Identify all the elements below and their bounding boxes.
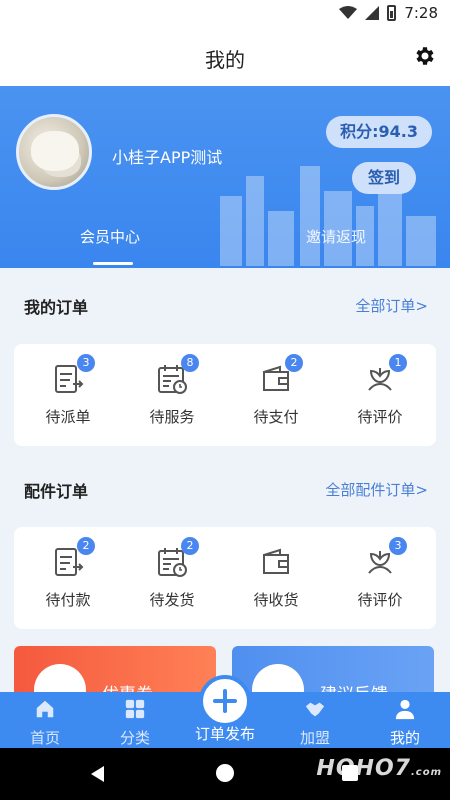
orders-title: 我的订单 (24, 298, 89, 317)
battery-icon (387, 5, 397, 21)
status-bar: 7:28 (0, 0, 450, 28)
parts-orders-card: 2 待付款 2 待发货 待收货 3 待评价 (14, 527, 436, 629)
parts-item-label: 待发货 (149, 591, 195, 609)
order-item-pending-payment[interactable]: 2 待支付 (226, 354, 326, 427)
parts-item-pending-receipt[interactable]: 待收货 (226, 545, 326, 610)
all-orders-link[interactable]: 全部订单> (355, 295, 428, 316)
tab-mine[interactable]: 我的 (370, 698, 440, 748)
badge: 2 (285, 354, 303, 372)
badge: 2 (77, 537, 95, 555)
publish-order-label: 订单发布 (194, 725, 255, 743)
tab-franchise[interactable]: 加盟 (280, 698, 350, 748)
orders-section-header: 我的订单 全部订单> (0, 286, 450, 326)
tab-home[interactable]: 首页 (10, 698, 80, 748)
profile-header: 小桂子APP测试 积分:94.3 签到 会员中心 邀请返现 (0, 86, 450, 268)
badge: 1 (389, 354, 407, 372)
parts-item-pending-review[interactable]: 3 待评价 (330, 537, 430, 610)
active-tab-indicator (93, 262, 133, 265)
page-title: 我的 (205, 48, 245, 72)
all-parts-orders-link[interactable]: 全部配件订单> (325, 479, 428, 500)
order-item-label: 待派单 (45, 408, 91, 426)
back-icon[interactable] (88, 764, 108, 784)
points-badge: 积分:94.3 (326, 116, 432, 148)
wallet-icon (263, 548, 289, 574)
badge: 8 (181, 354, 199, 372)
wifi-icon (339, 6, 358, 19)
order-item-pending-service[interactable]: 8 待服务 (122, 354, 222, 427)
tab-franchise-label: 加盟 (299, 729, 330, 747)
watermark-domain: .com (410, 767, 442, 778)
publish-order-button[interactable] (199, 675, 251, 727)
avatar[interactable] (16, 114, 92, 190)
tab-member-center[interactable]: 会员中心 (80, 226, 140, 247)
order-item-label: 待评价 (357, 408, 403, 426)
order-item-label: 待服务 (149, 408, 195, 426)
home-icon (36, 700, 54, 718)
badge: 3 (389, 537, 407, 555)
tab-category[interactable]: 分类 (100, 698, 170, 748)
tab-mine-label: 我的 (389, 729, 420, 747)
checkin-button[interactable]: 签到 (351, 162, 416, 194)
order-item-pending-review[interactable]: 1 待评价 (330, 354, 430, 427)
home-button-icon[interactable] (216, 764, 234, 782)
parts-orders-title: 配件订单 (24, 482, 89, 501)
title-bar: 我的 (0, 28, 450, 86)
badge: 3 (77, 354, 95, 372)
watermark-logo: ᕼOᕼO7.com (316, 756, 442, 781)
parts-item-label: 待收货 (253, 591, 299, 609)
username: 小桂子APP测试 (112, 148, 223, 167)
parts-item-label: 待付款 (45, 591, 91, 609)
system-nav-bar: ᕼOᕼO7.com (0, 748, 450, 800)
status-time: 7:28 (404, 4, 438, 22)
handshake-icon (305, 702, 325, 717)
parts-orders-section-header: 配件订单 全部配件订单> (0, 470, 450, 510)
tab-category-label: 分类 (119, 729, 150, 747)
gear-icon[interactable] (412, 44, 436, 68)
plus-icon (213, 689, 237, 713)
order-item-pending-dispatch[interactable]: 3 待派单 (18, 354, 118, 427)
signal-icon (365, 6, 380, 20)
parts-item-pending-payment[interactable]: 2 待付款 (18, 537, 118, 610)
badge: 2 (181, 537, 199, 555)
user-icon (395, 699, 415, 720)
order-item-label: 待支付 (253, 408, 299, 426)
orders-card: 3 待派单 8 待服务 2 待支付 1 待评价 (14, 344, 436, 446)
parts-item-label: 待评价 (357, 591, 403, 609)
tab-invite-cashback[interactable]: 邀请返现 (306, 226, 366, 247)
grid-icon (125, 699, 145, 719)
parts-item-pending-shipment[interactable]: 2 待发货 (122, 537, 222, 610)
tab-home-label: 首页 (29, 729, 60, 747)
watermark-main: ᕼOᕼO7 (316, 756, 411, 781)
